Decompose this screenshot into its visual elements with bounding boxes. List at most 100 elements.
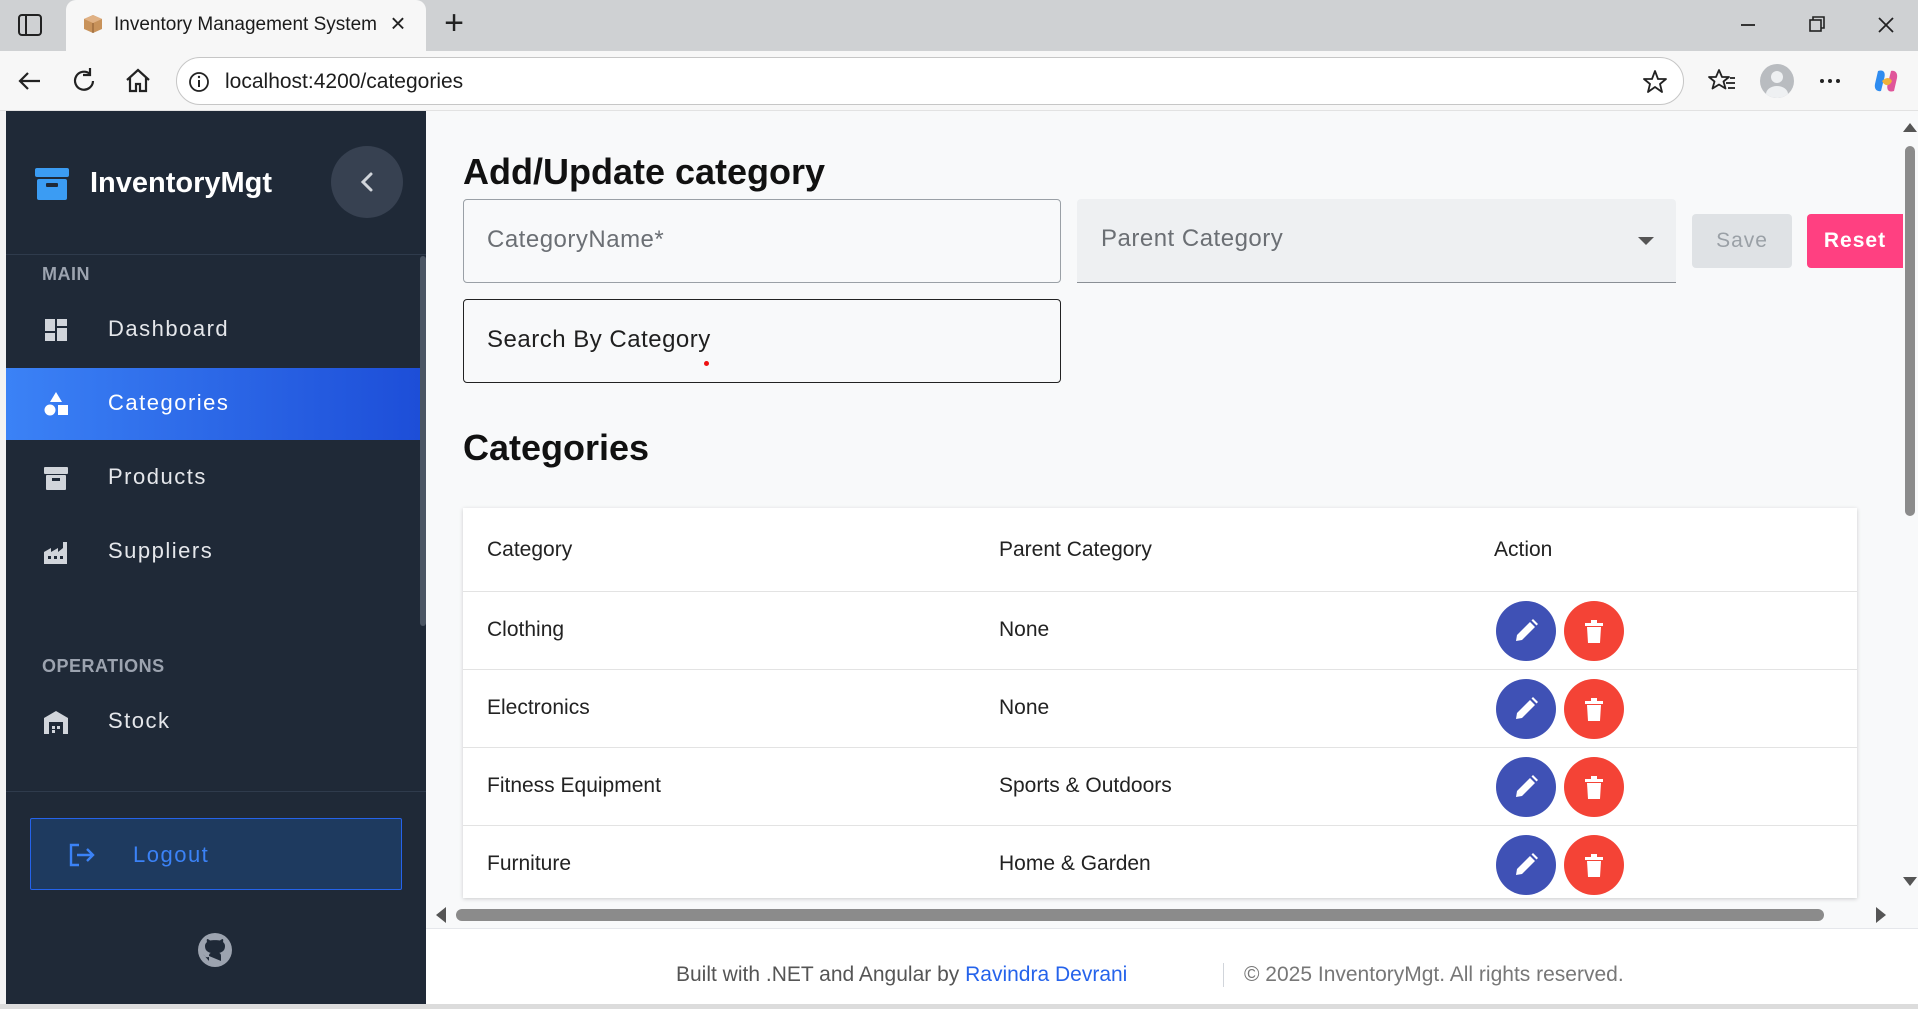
scroll-right-arrow-icon[interactable] [1876, 907, 1886, 923]
edit-button[interactable] [1496, 679, 1556, 739]
refresh-icon[interactable] [68, 65, 100, 97]
footer-copyright: © 2025 InventoryMgt. All rights reserved… [1244, 963, 1624, 986]
pencil-icon [1516, 697, 1538, 719]
close-tab-icon[interactable]: × [386, 10, 410, 36]
vertical-scrollbar[interactable] [1900, 111, 1918, 891]
sidebar-item-label: Suppliers [108, 538, 214, 563]
search-input[interactable]: Search By Category [463, 299, 1061, 383]
logout-button[interactable]: Logout [30, 818, 402, 890]
cell-parent: Sports & Outdoors [999, 774, 1172, 797]
page-viewport: InventoryMgt MAIN Dashboard Categories P… [6, 111, 1918, 1004]
browser-toolbar: localhost:4200/categories [0, 51, 1918, 111]
address-bar[interactable]: localhost:4200/categories [176, 57, 1684, 105]
trash-icon [1585, 698, 1603, 721]
logout-icon [67, 841, 97, 869]
reset-button[interactable]: Reset [1807, 214, 1903, 268]
form-heading: Add/Update category [463, 151, 826, 192]
sidebar-item-categories[interactable]: Categories [6, 368, 420, 440]
new-tab-icon[interactable]: + [438, 6, 470, 40]
sidebar-toggle-icon[interactable] [16, 12, 44, 38]
author-link[interactable]: Ravindra Devrani [965, 963, 1127, 986]
dropdown-arrow-icon [1638, 237, 1654, 245]
cell-category: Clothing [487, 618, 565, 641]
favorite-star-icon[interactable] [1641, 68, 1669, 96]
minimize-icon[interactable] [1730, 10, 1766, 40]
favorites-icon[interactable] [1706, 65, 1738, 97]
sidebar-item-label: Dashboard [108, 316, 230, 341]
logout-label: Logout [133, 842, 210, 867]
archive-logo-icon [32, 165, 72, 203]
delete-button[interactable] [1564, 757, 1624, 817]
home-icon[interactable] [122, 65, 154, 97]
parent-category-select[interactable]: Parent Category [1077, 199, 1676, 283]
warehouse-icon [42, 708, 70, 736]
factory-icon [42, 538, 70, 566]
main-content: Add/Update category CategoryName* Parent… [426, 111, 1918, 1004]
save-button[interactable]: Save [1692, 214, 1792, 268]
brand-header: InventoryMgt [6, 111, 426, 255]
sidebar: InventoryMgt MAIN Dashboard Categories P… [6, 111, 426, 1004]
vertical-scroll-thumb[interactable] [1905, 146, 1915, 516]
collapse-sidebar-button[interactable] [331, 146, 403, 218]
table-row: Clothing None [463, 591, 1857, 669]
search-placeholder: Search By Category [487, 326, 711, 353]
sidebar-item-label: Products [108, 464, 207, 489]
brand-name: InventoryMgt [90, 167, 273, 199]
pencil-icon [1516, 853, 1538, 875]
back-icon[interactable] [14, 65, 46, 97]
parent-category-placeholder: Parent Category [1101, 225, 1284, 252]
cell-parent: Home & Garden [999, 852, 1151, 875]
cell-category: Electronics [487, 696, 590, 719]
sidebar-footer: Logout [6, 791, 426, 1004]
section-title-main: MAIN [42, 264, 90, 284]
browser-tab-bar: Inventory Management System × + [0, 0, 1918, 51]
sidebar-item-suppliers[interactable]: Suppliers [6, 516, 420, 588]
category-name-placeholder: CategoryName* [487, 226, 665, 253]
profile-avatar[interactable] [1760, 64, 1794, 98]
sidebar-item-products[interactable]: Products [6, 442, 420, 514]
github-icon[interactable] [196, 931, 234, 969]
footer-built-with: Built with .NET and Angular by [676, 963, 960, 986]
horizontal-scroll-thumb[interactable] [456, 909, 1824, 921]
info-icon[interactable] [187, 70, 211, 94]
categories-table: Category Parent Category Action Clothing… [463, 508, 1857, 898]
archive-icon [42, 464, 70, 492]
trash-icon [1585, 620, 1603, 643]
table-row: Electronics None [463, 669, 1857, 747]
browser-tab[interactable]: Inventory Management System × [66, 0, 426, 51]
trash-icon [1585, 854, 1603, 877]
category-icon [42, 390, 70, 418]
delete-button[interactable] [1564, 679, 1624, 739]
delete-button[interactable] [1564, 835, 1624, 895]
edit-button[interactable] [1496, 835, 1556, 895]
column-header-category: Category [487, 538, 573, 561]
text-caret [704, 361, 709, 366]
close-window-icon[interactable] [1868, 10, 1904, 40]
sidebar-item-dashboard[interactable]: Dashboard [6, 294, 420, 366]
sidebar-item-stock[interactable]: Stock [6, 686, 420, 758]
cell-parent: None [999, 618, 1050, 641]
package-icon [82, 13, 104, 35]
scroll-down-arrow-icon[interactable] [1903, 877, 1917, 886]
sidebar-item-label: Categories [108, 390, 230, 415]
page-footer: Built with .NET and Angular by Ravindra … [426, 928, 1918, 1004]
dashboard-icon [42, 316, 70, 344]
scroll-left-arrow-icon[interactable] [436, 907, 446, 923]
url-text: localhost:4200/categories [225, 70, 464, 93]
more-options-icon[interactable] [1814, 65, 1846, 97]
scroll-up-arrow-icon[interactable] [1903, 123, 1917, 132]
table-heading: Categories [463, 427, 650, 468]
window-bottom-edge [0, 1004, 1918, 1009]
table-row: Fitness Equipment Sports & Outdoors [463, 747, 1857, 825]
edit-button[interactable] [1496, 601, 1556, 661]
cell-parent: None [999, 696, 1050, 719]
footer-divider [1223, 963, 1224, 987]
restore-icon[interactable] [1798, 10, 1834, 40]
tab-title: Inventory Management System [114, 14, 377, 35]
delete-button[interactable] [1564, 601, 1624, 661]
category-name-field[interactable]: CategoryName* [463, 199, 1061, 283]
edit-button[interactable] [1496, 757, 1556, 817]
copilot-icon[interactable] [1870, 65, 1902, 97]
horizontal-scrollbar[interactable] [426, 898, 1900, 928]
table-row: Furniture Home & Garden [463, 825, 1857, 898]
